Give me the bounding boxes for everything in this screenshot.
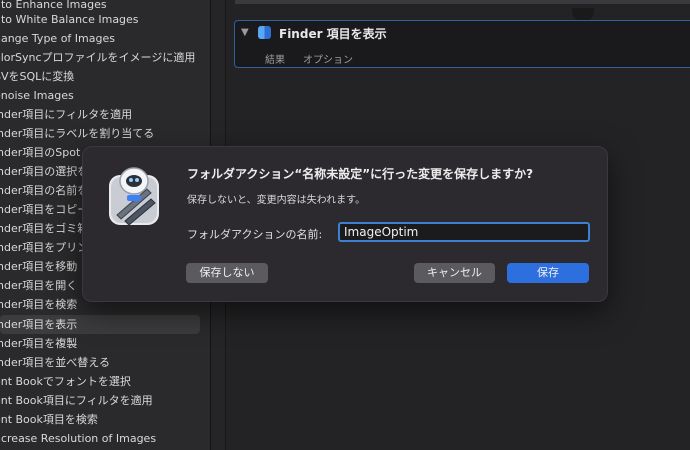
list-item[interactable]: enoise Images — [0, 86, 200, 105]
list-item[interactable]: inder項目を並べ替える — [0, 353, 200, 372]
cancel-button[interactable]: キャンセル — [414, 263, 495, 283]
action-card-show-finder-items[interactable]: ▼ Finder 項目を表示 結果 オプション — [234, 20, 690, 68]
list-item[interactable]: ont Book項目を検索 — [0, 410, 200, 429]
dialog-message: 保存しないと、変更内容は失われます。 — [187, 195, 366, 206]
chevron-down-icon[interactable]: ▼ — [241, 27, 249, 38]
list-item[interactable]: inder項目にフィルタを適用 — [0, 105, 200, 124]
dialog-title: フォルダアクション“名称未設定”に行った変更を保存しますか? — [187, 167, 534, 181]
list-item[interactable]: ont Book項目にフィルタを適用 — [0, 391, 200, 410]
list-item[interactable]: inder項目にラベルを割り当てる — [0, 124, 200, 143]
dont-save-button[interactable]: 保存しない — [186, 263, 268, 283]
list-item[interactable]: ncrease Resolution of Images — [0, 429, 200, 448]
finder-icon — [258, 26, 271, 39]
list-item[interactable]: olorSyncプロファイルをイメージに適用 — [0, 48, 200, 67]
name-label: フォルダアクションの名前: — [187, 228, 323, 241]
automator-icon — [109, 167, 159, 226]
action-title: Finder 項目を表示 — [279, 27, 387, 41]
list-item[interactable]: ont Bookでフォントを選択 — [0, 372, 200, 391]
save-changes-dialog: フォルダアクション“名称未設定”に行った変更を保存しますか? 保存しないと、変更… — [82, 146, 608, 302]
previous-action-edge — [235, 0, 690, 4]
list-item[interactable]: hange Type of Images — [0, 29, 200, 48]
tab-results[interactable]: 結果 — [265, 51, 285, 66]
folder-action-name-input[interactable] — [338, 222, 590, 242]
list-item-selected[interactable]: inder項目を表示 — [0, 315, 200, 334]
list-item[interactable]: SVをSQLに変換 — [0, 67, 200, 86]
list-item[interactable]: inder項目を複製 — [0, 334, 200, 353]
list-item[interactable]: uto White Balance Images — [0, 10, 200, 29]
save-button[interactable]: 保存 — [507, 263, 589, 283]
tab-options[interactable]: オプション — [303, 51, 353, 66]
